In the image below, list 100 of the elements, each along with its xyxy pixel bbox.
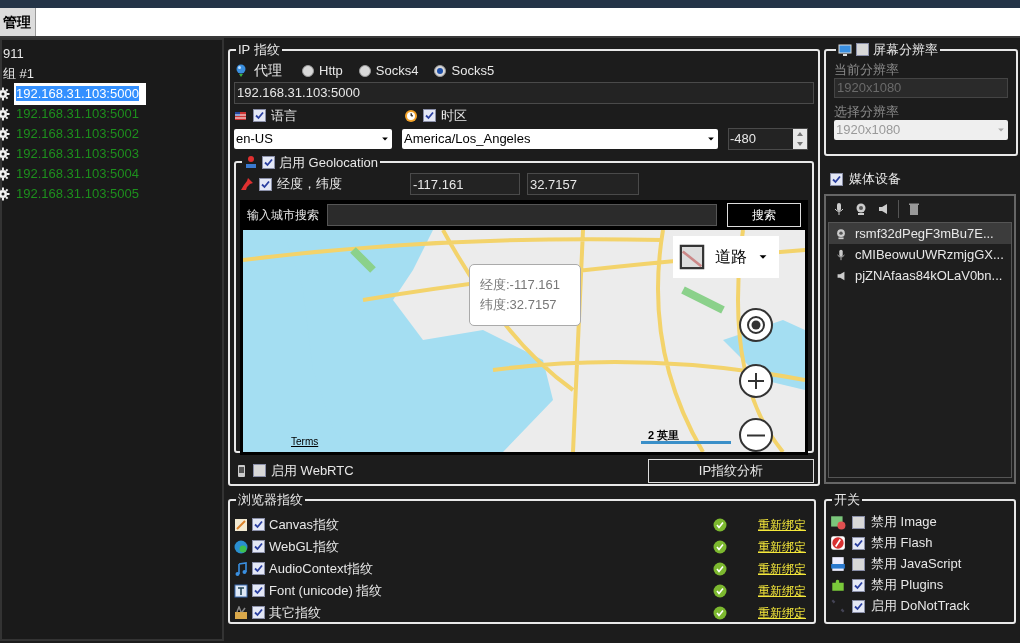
map-type-dropdown[interactable]: 道路 <box>673 236 779 278</box>
tree-item[interactable]: 192.168.31.103:5005 <box>14 184 141 204</box>
checkbox[interactable] <box>423 109 436 122</box>
font-icon <box>234 583 248 598</box>
puzzle-icon <box>830 577 846 593</box>
flash-blocked-icon <box>830 535 846 551</box>
check-circle-icon <box>713 517 727 532</box>
image-blocked-icon <box>830 514 846 530</box>
delete-button[interactable] <box>907 202 921 216</box>
checkbox[interactable] <box>253 109 266 122</box>
checkbox[interactable] <box>852 578 865 592</box>
checkbox[interactable] <box>252 540 265 553</box>
checkbox[interactable] <box>852 557 865 571</box>
checkbox[interactable] <box>252 518 265 531</box>
group-title: 启用 Geolocation <box>279 153 378 172</box>
music-note-icon <box>234 561 248 576</box>
clock-icon <box>404 108 418 123</box>
popup-text: 纬度:32.7157 <box>480 296 558 314</box>
check-circle-icon <box>713 539 727 554</box>
timezone-dropdown[interactable]: America/Los_Angeles <box>402 128 718 149</box>
paint-icon <box>234 517 248 532</box>
label: 禁用 Image <box>871 513 937 532</box>
person-pin-icon <box>244 155 258 170</box>
latitude-field[interactable]: 32.7157 <box>527 173 639 195</box>
rebind-link[interactable]: 重新绑定 <box>758 581 806 600</box>
tree-item[interactable]: 192.168.31.103:5002 <box>14 124 141 144</box>
tab[interactable]: 管理 <box>0 8 36 36</box>
checkbox[interactable] <box>830 172 843 186</box>
microphone-toolbar-button[interactable] <box>832 202 846 216</box>
radio-button[interactable] <box>434 64 447 77</box>
microphone-icon <box>835 248 847 261</box>
tree-item[interactable]: 192.168.31.103:5004 <box>14 164 141 184</box>
checkbox[interactable] <box>852 536 865 550</box>
checkbox[interactable] <box>259 177 272 191</box>
radio-button[interactable] <box>302 64 314 77</box>
label: 其它指纹 <box>269 603 322 622</box>
checkbox[interactable] <box>262 155 275 169</box>
label: 启用 DoNotTrack <box>871 597 970 616</box>
checkbox[interactable] <box>856 43 869 57</box>
road-map-icon <box>679 244 705 270</box>
check-circle-icon <box>713 583 727 598</box>
radio-button[interactable] <box>358 64 371 77</box>
popup-text: 经度:-117.161 <box>480 276 561 294</box>
terms-link[interactable]: Terms <box>291 434 319 449</box>
search-button[interactable]: 搜索 <box>727 203 801 227</box>
label: 媒体设备 <box>849 170 901 189</box>
checkbox[interactable] <box>852 599 865 613</box>
tree-item[interactable]: 组 #1 <box>3 64 222 84</box>
group-title: 屏幕分辨率 <box>873 41 938 59</box>
label: 禁用 Plugins <box>871 576 944 595</box>
toolbox-icon <box>234 605 248 620</box>
checkbox[interactable] <box>252 584 265 597</box>
zoom-in-icon <box>746 371 766 391</box>
longitude-field[interactable]: -117.161 <box>410 173 520 195</box>
globe-icon <box>234 539 248 554</box>
tree-item[interactable]: 192.168.31.103:5001 <box>14 104 141 124</box>
map-scale-label: 2 英里 <box>648 428 680 443</box>
locate-icon <box>746 315 766 335</box>
ip-analysis-button[interactable]: IP指纹分析 <box>648 458 814 483</box>
check-circle-icon <box>713 561 727 576</box>
script-icon <box>830 556 846 572</box>
webcam-icon <box>835 227 847 240</box>
proxy-address-field[interactable]: 192.168.31.103:5000 <box>234 81 814 104</box>
checkbox[interactable] <box>253 464 266 477</box>
rebind-link[interactable]: 重新绑定 <box>758 559 806 578</box>
label: 禁用 JavaScript <box>871 555 962 574</box>
label: 启用 WebRTC <box>271 461 355 480</box>
label: 语言 <box>271 106 297 125</box>
device-item[interactable]: pjZNAfaas84kOLaV0bn... <box>829 265 1011 286</box>
group-title: IP 指纹 <box>238 41 280 59</box>
label: 当前分辨率 <box>834 60 900 78</box>
pushpin-icon <box>240 177 254 191</box>
spin-arrows-icon <box>793 128 807 149</box>
globe-pin-icon <box>234 63 248 78</box>
camera-toolbar-button[interactable] <box>854 202 868 216</box>
current-resolution-field: 1920x1080 <box>834 77 1008 98</box>
checkbox[interactable] <box>852 515 865 529</box>
label: 经度，纬度 <box>277 175 343 194</box>
radio-label: Socks4 <box>375 61 419 80</box>
monitor-icon <box>838 42 852 57</box>
group-title: 开关 <box>834 491 860 509</box>
speaker-toolbar-button[interactable] <box>876 202 890 216</box>
group-title: 浏览器指纹 <box>238 491 303 509</box>
label: 时区 <box>441 106 467 125</box>
checkbox[interactable] <box>252 562 265 575</box>
rebind-link[interactable]: 重新绑定 <box>758 515 806 534</box>
device-item[interactable]: rsmf32dPegF3mBu7E... <box>829 223 1011 244</box>
language-dropdown[interactable]: en-US <box>234 128 392 149</box>
radio-label: Socks5 <box>451 61 495 80</box>
label: WebGL指纹 <box>269 537 340 556</box>
label: Font (unicode) 指纹 <box>269 581 384 600</box>
tree-item[interactable]: 192.168.31.103:5003 <box>14 144 141 164</box>
zoom-out-icon <box>746 433 766 437</box>
rebind-link[interactable]: 重新绑定 <box>758 537 806 556</box>
offset-spinbox[interactable]: -480 <box>728 127 808 150</box>
rebind-link[interactable]: 重新绑定 <box>758 603 806 622</box>
tree-item[interactable]: 911 <box>3 44 222 64</box>
checkbox[interactable] <box>252 606 265 619</box>
label: Canvas指纹 <box>269 515 341 534</box>
device-item[interactable]: cMIBeowuUWRzmjgGX... <box>829 244 1011 265</box>
